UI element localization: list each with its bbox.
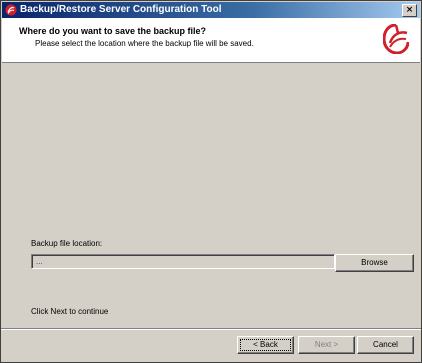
back-button[interactable]: < Back [237,336,294,354]
footer-divider [1,328,421,330]
close-icon[interactable]: × [402,4,417,17]
backup-location-field[interactable]: ... [31,254,335,269]
browse-button[interactable]: Browse [335,254,414,272]
wizard-window: Backup/Restore Server Configuration Tool… [0,0,422,363]
app-logo-icon [5,4,17,16]
continue-hint: Click Next to continue [31,307,109,316]
title-bar[interactable]: Backup/Restore Server Configuration Tool… [2,2,420,18]
next-button[interactable]: Next > [298,336,355,354]
page-subtitle: Please select the location where the bac… [35,39,254,48]
page-title: Where do you want to save the backup fil… [19,26,207,36]
backup-location-label: Backup file location: [31,239,103,248]
cancel-button[interactable]: Cancel [357,336,414,354]
wizard-header: Where do you want to save the backup fil… [2,18,420,63]
app-logo-icon [383,24,409,54]
window-title: Backup/Restore Server Configuration Tool [20,4,222,15]
